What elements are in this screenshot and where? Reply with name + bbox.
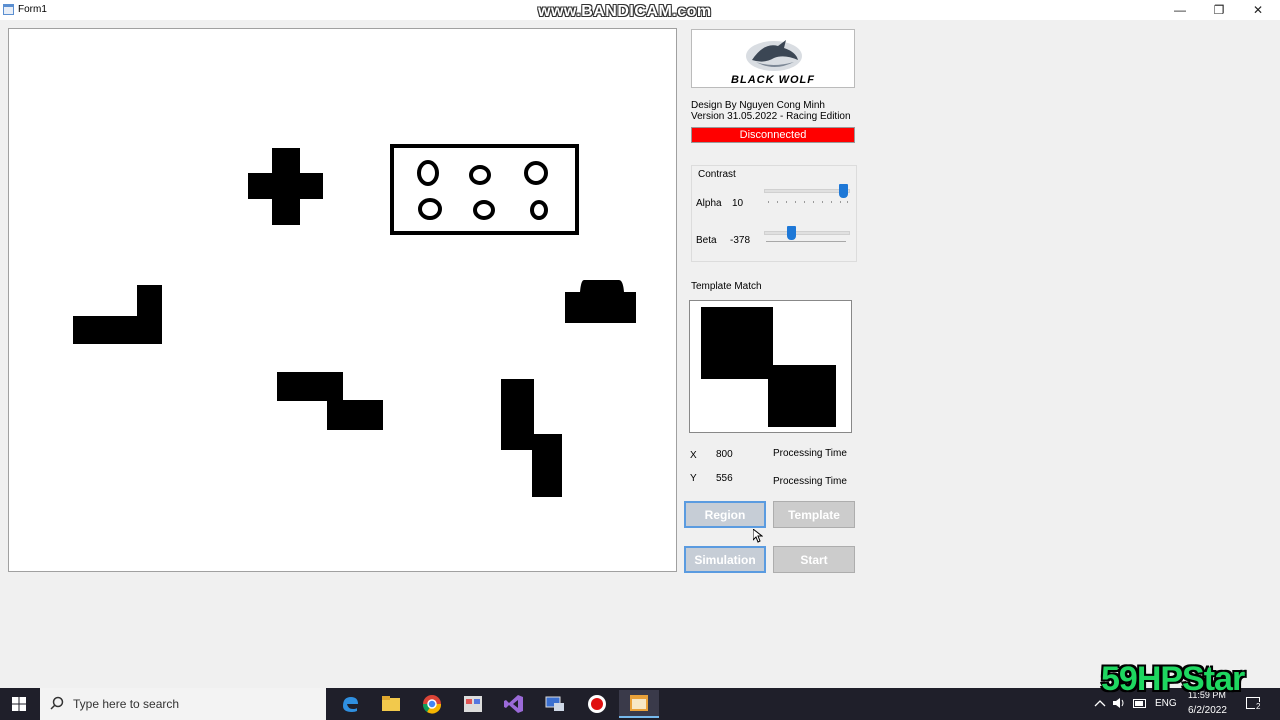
version-label: Version 31.05.2022 - Racing Edition <box>691 111 851 122</box>
designer-label: Design By Nguyen Cong Minh <box>691 100 825 111</box>
search-placeholder: Type here to search <box>73 697 180 711</box>
template-shape <box>701 307 836 427</box>
beta-slider-ticks <box>766 241 846 242</box>
wolf-logo-icon <box>746 40 802 71</box>
alpha-value: 10 <box>732 198 744 209</box>
connection-status-badge: Disconnected <box>691 127 855 143</box>
beta-value: -378 <box>730 235 751 246</box>
y-value: 556 <box>716 473 733 484</box>
notification-count: 2 <box>1255 702 1262 711</box>
clock-date[interactable]: 6/2/2022 <box>1188 705 1227 716</box>
processing-time-label-2: Processing Time <box>773 476 847 487</box>
form-icon <box>3 4 14 15</box>
minimize-button[interactable]: — <box>1160 0 1200 20</box>
close-button[interactable]: ✕ <box>1238 0 1278 20</box>
cross-shape <box>248 148 323 225</box>
template-match-title: Template Match <box>691 281 762 292</box>
alpha-label: Alpha <box>696 198 722 209</box>
contrast-title: Contrast <box>698 169 736 180</box>
template-preview <box>689 300 852 433</box>
search-icon <box>50 696 64 710</box>
logo-text: BLACK WOLF <box>731 74 815 86</box>
beta-slider-track[interactable] <box>764 231 850 235</box>
rounded-block-shape <box>565 280 636 323</box>
x-value: 800 <box>716 449 733 460</box>
start-button[interactable]: Start <box>773 546 855 573</box>
battery-icon[interactable] <box>1133 699 1147 708</box>
taskbar-search-input[interactable]: Type here to search <box>40 688 326 720</box>
visual-studio-icon[interactable] <box>502 692 526 716</box>
tray-chevron-up-icon[interactable] <box>1094 698 1106 708</box>
recorder-watermark: www.BANDICAM.com <box>538 3 712 20</box>
app-icon[interactable] <box>461 692 485 716</box>
z-vertical-shape <box>501 379 562 497</box>
shapes-scene <box>73 144 636 497</box>
window-title: Form1 <box>18 4 47 15</box>
remote-desktop-icon[interactable] <box>543 692 567 716</box>
language-indicator[interactable]: ENG <box>1155 698 1177 709</box>
y-label: Y <box>690 473 697 484</box>
edge-icon[interactable] <box>338 692 362 716</box>
chrome-icon[interactable] <box>420 692 444 716</box>
restore-button[interactable]: ❐ <box>1199 0 1239 20</box>
channel-overlay-text: 59HPStar <box>1101 660 1245 698</box>
processing-time-label: Processing Time <box>773 448 847 459</box>
notifications-icon[interactable]: 2 <box>1246 697 1262 711</box>
image-canvas[interactable] <box>8 28 677 572</box>
x-label: X <box>690 450 697 461</box>
alpha-slider-ticks <box>768 201 848 203</box>
file-explorer-icon[interactable] <box>379 692 403 716</box>
region-button[interactable]: Region <box>684 501 766 528</box>
simulation-button[interactable]: Simulation <box>684 546 766 573</box>
alpha-slider-track[interactable] <box>764 189 850 193</box>
alpha-slider-thumb[interactable] <box>839 184 848 198</box>
mouse-cursor-icon <box>753 529 763 543</box>
l-shape <box>73 285 162 344</box>
beta-label: Beta <box>696 235 717 246</box>
windows-start-icon[interactable] <box>12 697 26 711</box>
beta-slider-thumb[interactable] <box>787 226 796 240</box>
template-button[interactable]: Template <box>773 501 855 528</box>
recorder-icon[interactable] <box>585 692 609 716</box>
logo-panel: BLACK WOLF <box>691 29 855 88</box>
contrast-group: Contrast Alpha 10 Beta -378 <box>691 165 857 262</box>
form-app-taskbar-icon[interactable] <box>619 690 659 718</box>
z-horizontal-shape <box>277 372 383 430</box>
